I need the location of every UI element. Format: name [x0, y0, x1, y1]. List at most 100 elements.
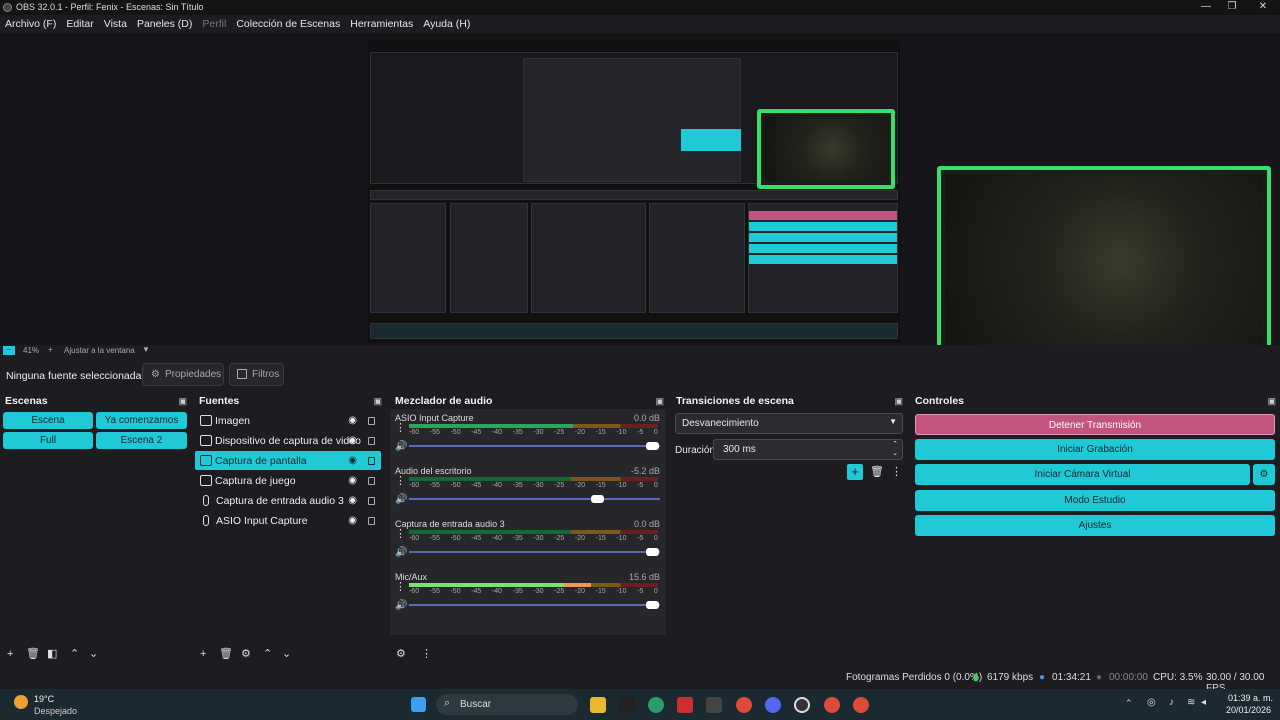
add-source-icon[interactable]: + [200, 648, 206, 660]
speaker-icon[interactable]: 🔊 [395, 494, 407, 505]
dock-menu-icon[interactable]: ▣ [655, 396, 664, 407]
transition-select[interactable]: Desvanecimiento ▼ [675, 413, 903, 434]
lock-icon[interactable] [368, 436, 375, 445]
menu-coleccion[interactable]: Colección de Escenas [236, 18, 340, 30]
scene-ya-comenzamos[interactable]: Ya comenzamos [96, 412, 187, 429]
zoom-in-button[interactable]: + [48, 345, 53, 354]
game-icon[interactable] [706, 697, 722, 713]
tray-app-icon[interactable]: ◎ [1147, 697, 1156, 708]
maximize-button[interactable]: ❐ [1219, 0, 1245, 15]
source-item[interactable]: Dispositivo de captura de video ◉ [195, 431, 381, 450]
visibility-icon[interactable]: ◉ [348, 455, 357, 466]
visibility-icon[interactable]: ◉ [348, 435, 357, 446]
move-down-icon[interactable]: ⌄ [282, 647, 291, 660]
add-scene-icon[interactable]: + [7, 648, 13, 660]
dock-menu-icon[interactable]: ▣ [894, 396, 903, 407]
menu-paneles[interactable]: Paneles (D) [137, 18, 192, 30]
volume-slider[interactable] [409, 601, 660, 609]
dock-menu-icon[interactable]: ▣ [1267, 396, 1276, 407]
lock-icon[interactable] [368, 496, 375, 505]
volume-slider[interactable] [409, 442, 660, 450]
source-item[interactable]: Imagen ◉ [195, 411, 381, 430]
lock-icon[interactable] [368, 456, 375, 465]
lock-icon[interactable] [368, 476, 375, 485]
microphone-icon[interactable]: ♪ [1169, 697, 1174, 708]
taskbar-search[interactable]: ⌕ Buscar [436, 694, 578, 715]
speaker-icon[interactable]: 🔊 [395, 600, 407, 611]
menu-ayuda[interactable]: Ayuda (H) [423, 18, 470, 30]
menu-archivo[interactable]: Archivo (F) [5, 18, 56, 30]
discord-icon[interactable] [765, 697, 781, 713]
app-icon[interactable] [677, 697, 693, 713]
start-virtual-camera-button[interactable]: Iniciar Cámara Virtual [915, 464, 1250, 485]
move-up-icon[interactable]: ⌃ [263, 647, 272, 660]
channel-menu-icon[interactable]: ⋮ [395, 582, 406, 593]
lock-icon[interactable] [368, 416, 375, 425]
menu-perfil[interactable]: Perfil [202, 18, 226, 30]
speaker-icon[interactable]: 🔊 [395, 441, 407, 452]
duration-input[interactable]: 300 ms ⌃ ⌄ [713, 439, 903, 460]
lock-icon[interactable] [368, 516, 375, 525]
channel-menu-icon[interactable]: ⋮ [395, 529, 406, 540]
scene-filters-icon[interactable]: ◧ [47, 647, 57, 660]
chrome-icon[interactable] [736, 697, 752, 713]
menu-editar[interactable]: Editar [66, 18, 93, 30]
epic-games-icon[interactable] [619, 697, 635, 713]
volume-slider[interactable] [409, 548, 660, 556]
scene-full[interactable]: Full [3, 432, 93, 449]
remove-transition-icon[interactable]: 🗑 [870, 465, 884, 478]
visibility-icon[interactable]: ◉ [348, 475, 357, 486]
speaker-icon[interactable]: 🔊 [395, 547, 407, 558]
start-recording-button[interactable]: Iniciar Grabación [915, 439, 1275, 460]
settings-button[interactable]: Ajustes [915, 515, 1275, 536]
properties-button[interactable]: ⚙ Propiedades [142, 363, 224, 386]
whatsapp-icon[interactable] [648, 697, 664, 713]
obs-taskbar-icon[interactable] [794, 697, 810, 713]
preview-canvas[interactable] [0, 33, 1280, 356]
source-properties-icon[interactable]: ⚙ [241, 647, 251, 660]
move-down-icon[interactable]: ⌄ [89, 647, 98, 660]
source-item[interactable]: Captura de juego ◉ [195, 471, 381, 490]
wifi-icon[interactable]: ≋ [1187, 697, 1195, 708]
volume-knob[interactable] [646, 601, 659, 609]
volume-knob[interactable] [590, 495, 604, 503]
menu-vista[interactable]: Vista [104, 18, 127, 30]
close-button[interactable]: ✕ [1250, 0, 1276, 15]
stepper-icon[interactable]: ⌃ ⌄ [892, 440, 898, 458]
remove-scene-icon[interactable]: 🗑 [26, 647, 40, 660]
volume-knob[interactable] [646, 442, 659, 450]
menu-herramientas[interactable]: Herramientas [350, 18, 413, 30]
stop-stream-button[interactable]: Detener Transmisión [915, 414, 1275, 435]
visibility-icon[interactable]: ◉ [348, 515, 357, 526]
file-explorer-icon[interactable] [590, 697, 606, 713]
virtual-camera-settings-button[interactable]: ⚙ [1253, 464, 1275, 485]
mixer-menu-icon[interactable]: ⋮ [421, 647, 432, 660]
channel-menu-icon[interactable]: ⋮ [395, 476, 406, 487]
chrome-icon[interactable] [824, 697, 840, 713]
filters-button[interactable]: Filtros [229, 363, 284, 386]
source-item[interactable]: ASIO Input Capture ◉ [195, 511, 381, 530]
visibility-icon[interactable]: ◉ [348, 495, 357, 506]
advanced-audio-icon[interactable]: ⚙ [396, 647, 406, 660]
volume-knob[interactable] [646, 548, 659, 556]
move-up-icon[interactable]: ⌃ [70, 647, 79, 660]
source-item[interactable]: Captura de entrada audio 3 ◉ [195, 491, 381, 510]
volume-slider[interactable] [409, 495, 660, 503]
minimize-button[interactable]: — [1193, 0, 1219, 15]
scene-escena-2[interactable]: Escena 2 [96, 432, 187, 449]
source-item-selected[interactable]: Captura de pantalla ◉ [195, 451, 381, 470]
volume-icon[interactable]: ◂ [1201, 697, 1206, 708]
tray-chevron-icon[interactable]: ⌃ [1125, 698, 1133, 709]
channel-menu-icon[interactable]: ⋮ [395, 423, 406, 434]
chrome-icon[interactable] [853, 697, 869, 713]
dock-menu-icon[interactable]: ▣ [373, 396, 382, 407]
windows-start-icon[interactable] [411, 697, 426, 712]
visibility-icon[interactable]: ◉ [348, 415, 357, 426]
remove-source-icon[interactable]: 🗑 [219, 647, 233, 660]
zoom-dropdown-icon[interactable]: ▼ [142, 345, 150, 354]
add-transition-button[interactable]: + [847, 464, 863, 480]
scene-escena[interactable]: Escena [3, 412, 93, 429]
fit-to-window[interactable]: Ajustar a la ventana [64, 346, 135, 355]
transition-menu-icon[interactable]: ⋮ [891, 465, 902, 478]
studio-mode-button[interactable]: Modo Estudio [915, 490, 1275, 511]
